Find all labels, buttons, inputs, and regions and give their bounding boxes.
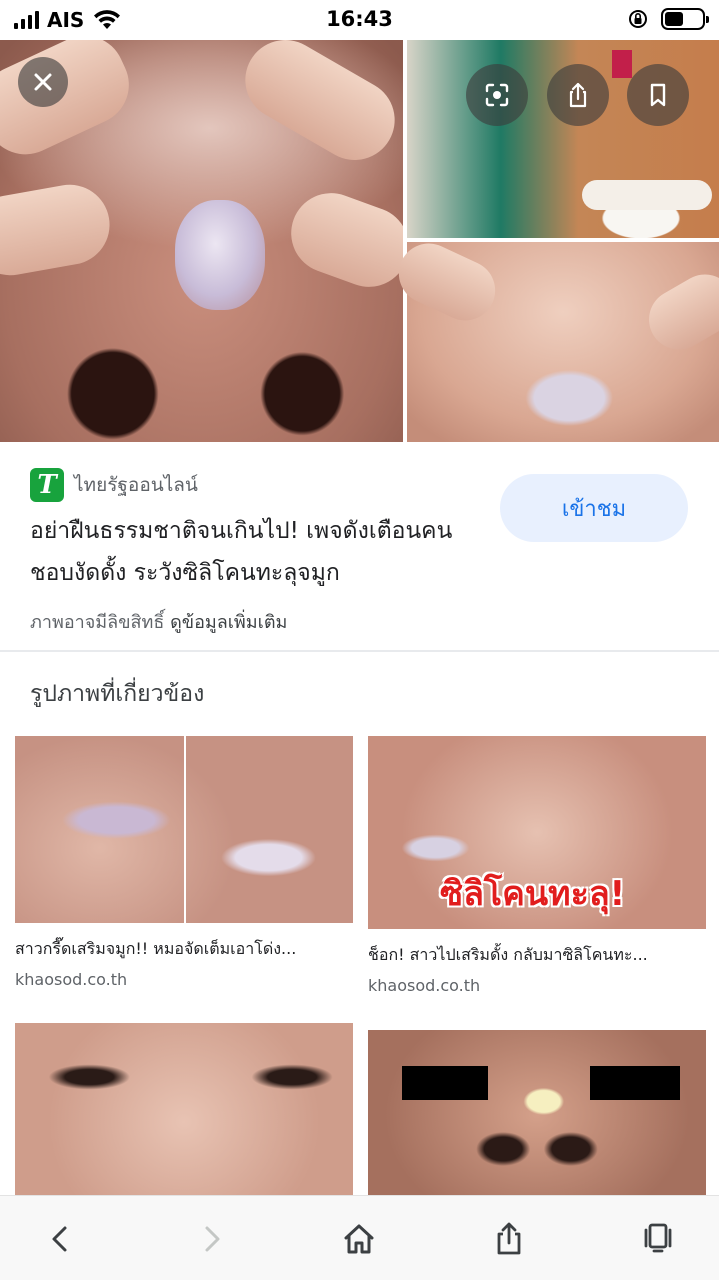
battery-icon — [661, 8, 709, 30]
back-button[interactable] — [36, 1214, 86, 1264]
lens-icon — [485, 83, 509, 107]
share-button[interactable] — [547, 64, 609, 126]
lens-button[interactable] — [466, 64, 528, 126]
bookmark-icon — [650, 83, 666, 107]
visit-button[interactable]: เข้าชม — [500, 474, 688, 542]
home-icon — [344, 1224, 374, 1254]
close-button[interactable] — [18, 57, 68, 107]
related-card[interactable]: ซิลิโคนทะลุ! ช็อก! สาวไปเสริมดั้ง กลับมา… — [368, 736, 706, 995]
orientation-lock-icon — [629, 10, 647, 28]
image-preview[interactable] — [0, 40, 719, 442]
related-domain: khaosod.co.th — [15, 970, 128, 989]
related-title: สาวกรี๊ดเสริมจมูก!! หมอจัดเต็มเอาโด่ง... — [15, 939, 297, 958]
related-thumbnail — [15, 1023, 353, 1203]
browser-toolbar — [0, 1195, 719, 1280]
related-thumbnail — [15, 736, 353, 923]
share-icon — [497, 1222, 521, 1255]
preview-image-main — [0, 40, 421, 442]
back-icon — [52, 1226, 67, 1252]
related-card[interactable] — [368, 1030, 706, 1200]
copyright-notice: ภาพอาจมีลิขสิทธิ์ ดูข้อมูลเพิ่มเติม — [30, 607, 287, 636]
source-name: ไทยรัฐออนไลน์ — [74, 474, 198, 496]
related-thumbnail — [368, 1030, 706, 1200]
home-button[interactable] — [334, 1214, 384, 1264]
status-time: 16:43 — [326, 7, 393, 31]
status-bar: AIS 16:43 — [0, 0, 719, 40]
status-right — [627, 8, 709, 30]
section-divider — [0, 650, 719, 652]
related-card[interactable]: สาวกรี๊ดเสริมจมูก!! หมอจัดเต็มเอาโด่ง...… — [15, 736, 353, 989]
tabs-button[interactable] — [633, 1214, 683, 1264]
related-heading: รูปภาพที่เกี่ยวข้อง — [30, 681, 205, 707]
forward-button[interactable] — [186, 1214, 236, 1264]
bookmark-button[interactable] — [627, 64, 689, 126]
article-title[interactable]: อย่าฝืนธรรมชาติจนเกินไป! เพจดังเตือนคนชอ… — [30, 510, 490, 594]
source-logo: T — [30, 468, 64, 502]
preview-image-bottom-right — [389, 233, 719, 442]
thumbnail-caption: ซิลิโคนทะลุ! — [440, 874, 626, 914]
share-icon — [569, 82, 587, 108]
related-title: ช็อก! สาวไปเสริมดั้ง กลับมาซิลิโคนทะ... — [368, 945, 648, 964]
forward-icon — [205, 1226, 220, 1252]
tabs-icon — [644, 1223, 672, 1253]
close-icon — [34, 73, 52, 91]
more-info-link[interactable]: ดูข้อมูลเพิ่มเติม — [170, 612, 287, 633]
copyright-text: ภาพอาจมีลิขสิทธิ์ — [30, 612, 165, 633]
source-row[interactable]: T ไทยรัฐออนไลน์ — [30, 468, 198, 502]
related-card[interactable] — [15, 1023, 353, 1203]
related-domain: khaosod.co.th — [368, 976, 481, 995]
image-info: T ไทยรัฐออนไลน์ อย่าฝืนธรรมชาติจนเกินไป!… — [0, 442, 719, 650]
related-thumbnail: ซิลิโคนทะลุ! — [368, 736, 706, 929]
share-button[interactable] — [484, 1214, 534, 1264]
